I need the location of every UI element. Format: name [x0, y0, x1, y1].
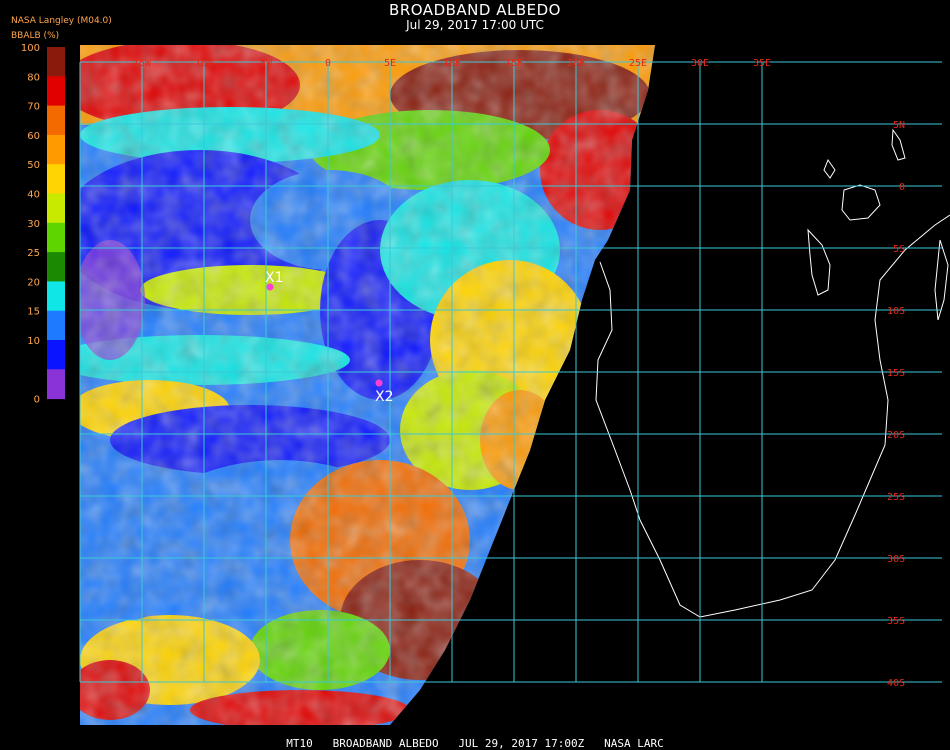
- legend-tick-label: 30: [27, 219, 40, 230]
- latitude-label: 30S: [887, 554, 905, 565]
- latitude-label: 0: [899, 182, 905, 193]
- legend-tick-label: 10: [27, 336, 40, 347]
- longitude-label: 20E: [567, 58, 585, 69]
- latitude-label: 40S: [887, 678, 905, 689]
- legend-tick-label: 20: [27, 277, 40, 288]
- legend-tick-label: 50: [27, 160, 40, 171]
- legend-tick-label: 60: [27, 131, 40, 142]
- latitude-label: 20S: [887, 430, 905, 441]
- longitude-label: 0: [325, 58, 331, 69]
- legend-tick-label: 15: [27, 307, 40, 318]
- latitude-label: 25S: [887, 492, 905, 503]
- albedo-map: 15W 10W 5W 0 5E 10E 15E 20E 25E 30E 35E 5N 0 5S 10S 15…: [21, 43, 950, 725]
- longitude-label: 10W: [195, 58, 214, 69]
- legend-swatch: [47, 369, 65, 400]
- latitude-label: 35S: [887, 616, 905, 627]
- legend-tick-label: 25: [27, 248, 40, 259]
- legend-tick-label: 40: [27, 190, 40, 201]
- marker-label: X2: [375, 389, 394, 405]
- color-legend: 100807060504030252015100: [21, 43, 65, 406]
- legend-swatch: [47, 47, 65, 77]
- latitude-label: 15S: [887, 368, 905, 379]
- longitude-label: 25E: [629, 58, 647, 69]
- legend-swatch: [47, 164, 65, 194]
- longitude-label: 35E: [753, 58, 771, 69]
- legend-swatch: [47, 76, 65, 107]
- legend-swatch: [47, 134, 65, 165]
- longitude-label: 5W: [260, 58, 273, 69]
- legend-tick-label: 80: [27, 72, 40, 83]
- legend-swatch: [47, 105, 65, 136]
- marker-label: X1: [265, 270, 284, 286]
- longitude-label: 15W: [133, 58, 152, 69]
- legend-swatch: [47, 222, 65, 253]
- longitude-label: 5E: [384, 58, 396, 69]
- legend-tick-label: 0: [34, 395, 40, 406]
- legend-swatch: [47, 340, 65, 370]
- legend-tick-label: 100: [21, 43, 40, 54]
- latitude-label: 5N: [893, 120, 905, 131]
- longitude-label: 15E: [505, 58, 523, 69]
- footer-caption: MT10 BROADBAND ALBEDO JUL 29, 2017 17:00…: [286, 737, 664, 750]
- marker-dot: [375, 379, 383, 387]
- legend-swatch: [47, 310, 65, 341]
- latitude-label: 10S: [887, 306, 905, 317]
- legend-tick-label: 70: [27, 102, 40, 113]
- longitude-label: 30E: [691, 58, 709, 69]
- legend-swatch: [47, 252, 65, 282]
- legend-swatch: [47, 281, 65, 312]
- longitude-label: 10E: [443, 58, 461, 69]
- legend-swatch: [47, 193, 65, 224]
- latitude-label: 5S: [893, 244, 905, 255]
